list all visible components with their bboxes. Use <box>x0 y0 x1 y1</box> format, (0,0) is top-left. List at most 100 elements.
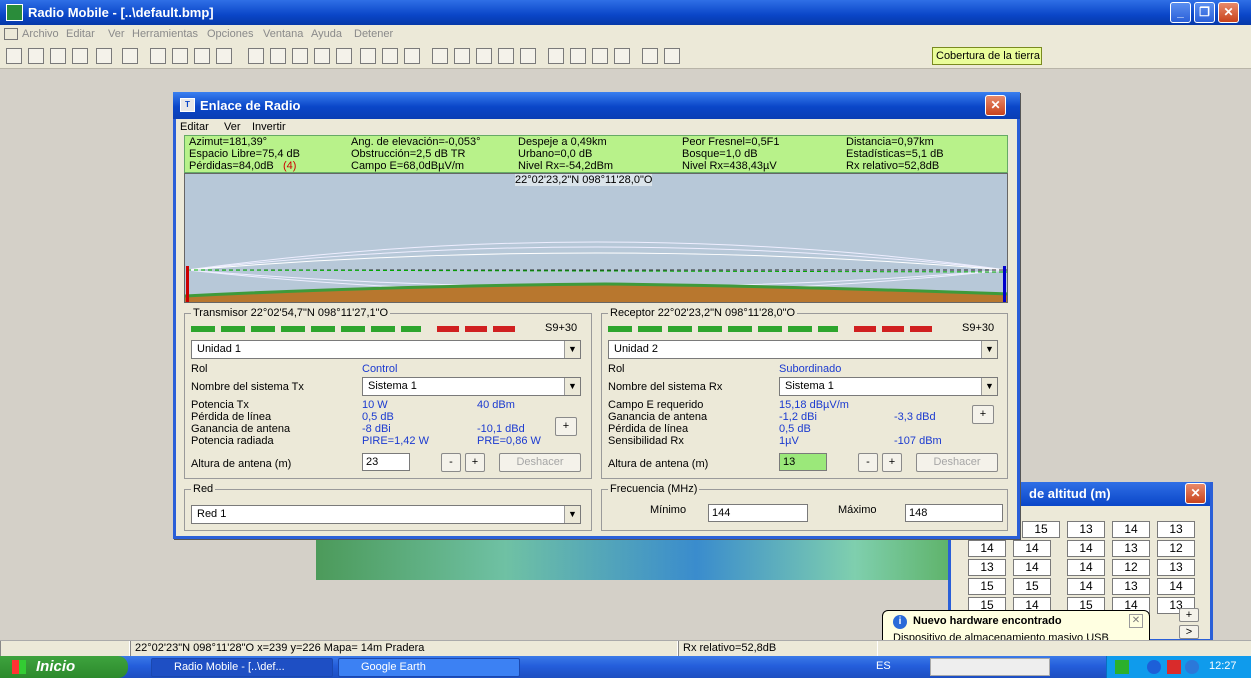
tx-unit-select[interactable]: Unidad 1 ▼ <box>191 340 581 359</box>
language-indicator[interactable]: ES <box>876 660 891 672</box>
rx-gain-plus-button[interactable]: + <box>972 405 994 424</box>
rx-unit-select[interactable]: Unidad 2 ▼ <box>608 340 998 359</box>
close-button[interactable]: ✕ <box>1218 2 1239 23</box>
panel-icon[interactable] <box>432 48 448 64</box>
menu-bar: Archivo Editar Ver Herramientas Opciones… <box>0 25 1251 43</box>
network-icon[interactable] <box>96 48 112 64</box>
windows-logo-icon <box>12 660 26 674</box>
rx-height-minus-button[interactable]: - <box>858 453 878 472</box>
network-select[interactable]: Red 1 ▼ <box>191 505 581 524</box>
map-properties-icon[interactable] <box>72 48 88 64</box>
statistics-value: Estadísticas=5,1 dB <box>846 148 944 160</box>
receiver-legend: Receptor 22°02'23,2"N 098°11'28,0"O <box>608 307 798 319</box>
save-icon[interactable] <box>50 48 66 64</box>
document-icon <box>4 28 18 40</box>
radio-link-icon[interactable] <box>548 48 564 64</box>
coverage-selector[interactable]: Cobertura de la tierra <box>932 47 1042 65</box>
update-tray-icon[interactable] <box>1185 660 1199 674</box>
altitude-plus-button[interactable]: + <box>1179 608 1199 622</box>
dialog-title-bar: T Enlace de Radio ✕ <box>173 92 1020 119</box>
dialog-menu-invertir[interactable]: Invertir <box>252 121 286 133</box>
new-file-icon[interactable] <box>6 48 22 64</box>
arrow-tray-icon[interactable] <box>1115 660 1129 674</box>
dialog-menu-ver[interactable]: Ver <box>224 121 241 133</box>
rx-role-value[interactable]: Subordinado <box>779 363 841 375</box>
window-icon[interactable] <box>150 48 166 64</box>
balloon-close-icon[interactable]: ✕ <box>1129 614 1143 628</box>
tx-height-minus-button[interactable]: - <box>441 453 461 472</box>
tx-undo-button[interactable]: Deshacer <box>499 453 581 472</box>
rx-height-input[interactable]: 13 <box>779 453 827 471</box>
app-title-bar: Radio Mobile - [..\default.bmp] _ ❐ ✕ <box>0 0 1251 25</box>
start-button[interactable]: Inicio <box>0 656 128 678</box>
dialog-menu-editar[interactable]: Editar <box>180 121 209 133</box>
settings-icon[interactable] <box>664 48 680 64</box>
taskbar-google-earth[interactable]: Google Earth <box>338 658 520 677</box>
earth-icon[interactable] <box>642 48 658 64</box>
window-title: Radio Mobile - [..\default.bmp] <box>28 5 214 20</box>
copy-window-icon[interactable] <box>172 48 188 64</box>
tx-height-input[interactable]: 23 <box>362 453 410 471</box>
grid-icon[interactable] <box>382 48 398 64</box>
altitude-cell: 14 <box>968 540 1006 557</box>
rx-sensitivity-dbm: -107 dBm <box>894 435 942 447</box>
altitude-close-button[interactable]: ✕ <box>1185 483 1206 504</box>
minimize-button[interactable]: _ <box>1170 2 1191 23</box>
tx-height-plus-button[interactable]: + <box>465 453 485 472</box>
rx-undo-button[interactable]: Deshacer <box>916 453 998 472</box>
eye-icon[interactable] <box>570 48 586 64</box>
bar-icon[interactable] <box>336 48 352 64</box>
people-icon[interactable] <box>476 48 492 64</box>
properties-icon[interactable] <box>248 48 264 64</box>
frame-icon[interactable] <box>498 48 514 64</box>
tx-pre-value: PRE=0,86 W <box>477 435 541 447</box>
tx-role-value[interactable]: Control <box>362 363 397 375</box>
rx-gain-label: Ganancia de antena <box>608 411 708 423</box>
rx-line-loss-label: Pérdida de línea <box>608 423 689 435</box>
open-file-icon[interactable] <box>28 48 44 64</box>
network-tray-icon[interactable] <box>1147 660 1161 674</box>
rx-system-select[interactable]: Sistema 1 ▼ <box>779 377 998 396</box>
picture-icon[interactable] <box>216 48 232 64</box>
tx-system-select[interactable]: Sistema 1 ▼ <box>362 377 581 396</box>
frequency-min-input[interactable]: 144 <box>708 504 808 522</box>
rx-height-plus-button[interactable]: + <box>882 453 902 472</box>
balloon-title: Nuevo hardware encontrado <box>913 615 1062 627</box>
menu-ver[interactable]: Ver <box>108 28 125 40</box>
altitude-next-button[interactable]: > <box>1179 625 1199 639</box>
menu-herramientas[interactable]: Herramientas <box>132 28 198 40</box>
nero-toolbar[interactable] <box>930 658 1050 676</box>
terrain-profile[interactable]: 22°02'23,2"N 098°11'28,0"O <box>184 173 1008 303</box>
table-icon[interactable] <box>404 48 420 64</box>
dialog-menu-bar: Editar Ver Invertir <box>176 119 1017 135</box>
maximize-button[interactable]: ❐ <box>1194 2 1215 23</box>
tree-icon[interactable] <box>292 48 308 64</box>
globe-icon[interactable] <box>122 48 138 64</box>
tx-gain-dbi: -8 dBi <box>362 423 391 435</box>
target-icon[interactable] <box>314 48 330 64</box>
menu-archivo[interactable]: Archivo <box>22 28 59 40</box>
security-tray-icon[interactable] <box>1167 660 1181 674</box>
menu-ayuda[interactable]: Ayuda <box>311 28 342 40</box>
coverage-map-icon[interactable] <box>454 48 470 64</box>
menu-opciones[interactable]: Opciones <box>207 28 253 40</box>
altitude-cell: 13 <box>1112 540 1150 557</box>
save-picture-icon[interactable] <box>194 48 210 64</box>
menu-editar[interactable]: Editar <box>66 28 95 40</box>
frequency-max-input[interactable]: 148 <box>905 504 1003 522</box>
taskbar-radio-mobile[interactable]: Radio Mobile - [..\def... <box>151 658 333 677</box>
ruler-icon[interactable] <box>360 48 376 64</box>
menu-detener[interactable]: Detener <box>354 28 393 40</box>
station-icon[interactable] <box>270 48 286 64</box>
polar-icon[interactable] <box>592 48 608 64</box>
tx-system-value: Sistema 1 <box>368 380 417 392</box>
tx-gain-plus-button[interactable]: + <box>555 417 577 436</box>
altitude-cell: 13 <box>1157 521 1195 538</box>
info-icon: i <box>893 615 907 629</box>
menu-ventana[interactable]: Ventana <box>263 28 303 40</box>
dialog-close-button[interactable]: ✕ <box>985 95 1006 116</box>
map-strip[interactable] <box>316 540 950 580</box>
tx-line-loss-label: Pérdida de línea <box>191 411 272 423</box>
histogram-icon[interactable] <box>614 48 630 64</box>
cancel-map-icon[interactable] <box>520 48 536 64</box>
